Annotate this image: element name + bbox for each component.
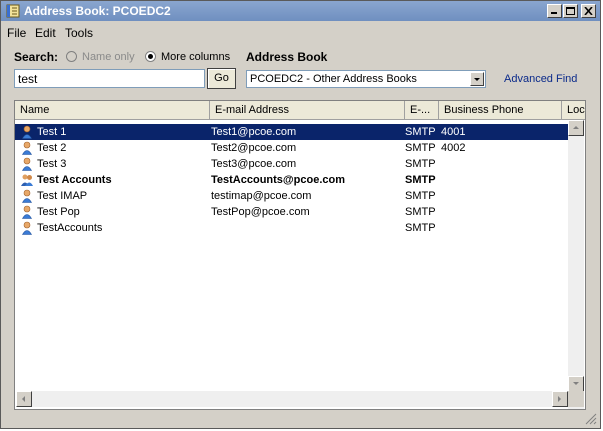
cell-business-phone: 4002 [441,142,466,154]
table-row[interactable]: Test IMAP testimap@pcoe.com SMTP [15,188,568,204]
name-only-label: Name only [82,51,135,63]
menu-bar: File Edit Tools [1,22,600,41]
cell-email: TestAccounts@pcoe.com [211,174,345,186]
advanced-find-link[interactable]: Advanced Find [504,73,577,85]
search-input[interactable]: test [14,69,205,88]
user-icon [21,157,33,171]
maximize-button[interactable] [563,4,578,18]
minimize-icon [551,12,557,14]
cell-name: Test Accounts [37,174,112,186]
cell-email-type: SMTP [405,222,436,234]
more-columns-radio[interactable] [145,51,156,62]
scroll-up-button[interactable] [568,120,584,136]
column-header-business-phone[interactable]: Business Phone [439,101,562,119]
user-icon [21,141,33,155]
close-button[interactable] [581,4,596,18]
menu-edit[interactable]: Edit [35,26,56,40]
cell-name: Test IMAP [37,190,88,202]
user-icon [21,189,33,203]
arrow-up-icon [573,126,579,129]
scroll-left-button[interactable] [16,391,32,407]
user-icon [21,125,33,139]
cell-email: testimap@pcoe.com [211,190,312,202]
cell-email: Test3@pcoe.com [211,158,297,170]
cell-email-type: SMTP [405,174,436,186]
cell-email-type: SMTP [405,206,436,218]
column-header-name[interactable]: Name [15,101,210,119]
column-header-location[interactable]: Loca [562,101,585,119]
address-book-label: Address Book [246,50,328,64]
search-label: Search: [14,50,59,64]
cell-email-type: SMTP [405,142,436,154]
horizontal-scrollbar[interactable] [16,391,568,407]
close-icon [584,7,593,15]
maximize-icon [566,7,575,15]
arrow-right-icon [558,396,561,402]
more-columns-label: More columns [161,51,231,63]
column-header-email-type[interactable]: E-... [405,101,439,119]
address-book-icon [6,4,20,18]
address-book-window: Address Book: PCOEDC2 File Edit Tools Se… [0,0,601,429]
cell-email-type: SMTP [405,190,436,202]
cell-name: Test 3 [37,158,67,170]
menu-file[interactable]: File [7,26,26,40]
table-row[interactable]: Test 1 Test1@pcoe.com SMTP 4001 [15,124,568,140]
dropdown-arrow-button[interactable] [470,72,484,86]
results-list[interactable]: Name E-mail Address E-... Business Phone… [14,100,586,410]
cell-name: TestAccounts [37,222,103,234]
title-bar[interactable]: Address Book: PCOEDC2 [1,1,600,21]
table-row[interactable]: Test 2 Test2@pcoe.com SMTP 4002 [15,140,568,156]
resize-grip-icon[interactable] [585,413,597,425]
user-icon [21,205,33,219]
cell-email: Test1@pcoe.com [211,126,297,138]
cell-name: Test Pop [37,206,80,218]
cell-business-phone: 4001 [441,126,466,138]
cell-email-type: SMTP [405,158,436,170]
arrow-left-icon [22,396,25,402]
chevron-down-icon [474,78,480,81]
address-book-selected: PCOEDC2 - Other Address Books [250,73,417,85]
list-header: Name E-mail Address E-... Business Phone… [15,101,585,120]
go-button[interactable]: Go [207,68,236,89]
user-icon [21,221,33,235]
address-book-dropdown[interactable]: PCOEDC2 - Other Address Books [246,70,486,88]
table-row[interactable]: Test Pop TestPop@pcoe.com SMTP [15,204,568,220]
table-row[interactable]: TestAccounts SMTP [15,220,568,236]
scroll-corner [568,391,584,407]
menu-tools[interactable]: Tools [65,26,93,40]
minimize-button[interactable] [547,4,562,18]
scroll-down-button[interactable] [568,376,584,392]
window-title: Address Book: PCOEDC2 [24,4,171,18]
table-row[interactable]: Test Accounts TestAccounts@pcoe.com SMTP [15,172,568,188]
cell-name: Test 2 [37,142,67,154]
vertical-scrollbar[interactable] [568,120,584,409]
cell-name: Test 1 [37,126,67,138]
name-only-radio[interactable] [66,51,77,62]
group-icon [21,174,33,186]
arrow-down-icon [573,382,579,385]
cell-email: Test2@pcoe.com [211,142,297,154]
table-row[interactable]: Test 3 Test3@pcoe.com SMTP [15,156,568,172]
column-header-email[interactable]: E-mail Address [210,101,405,119]
scroll-right-button[interactable] [552,391,568,407]
cell-email-type: SMTP [405,126,436,138]
cell-email: TestPop@pcoe.com [211,206,310,218]
